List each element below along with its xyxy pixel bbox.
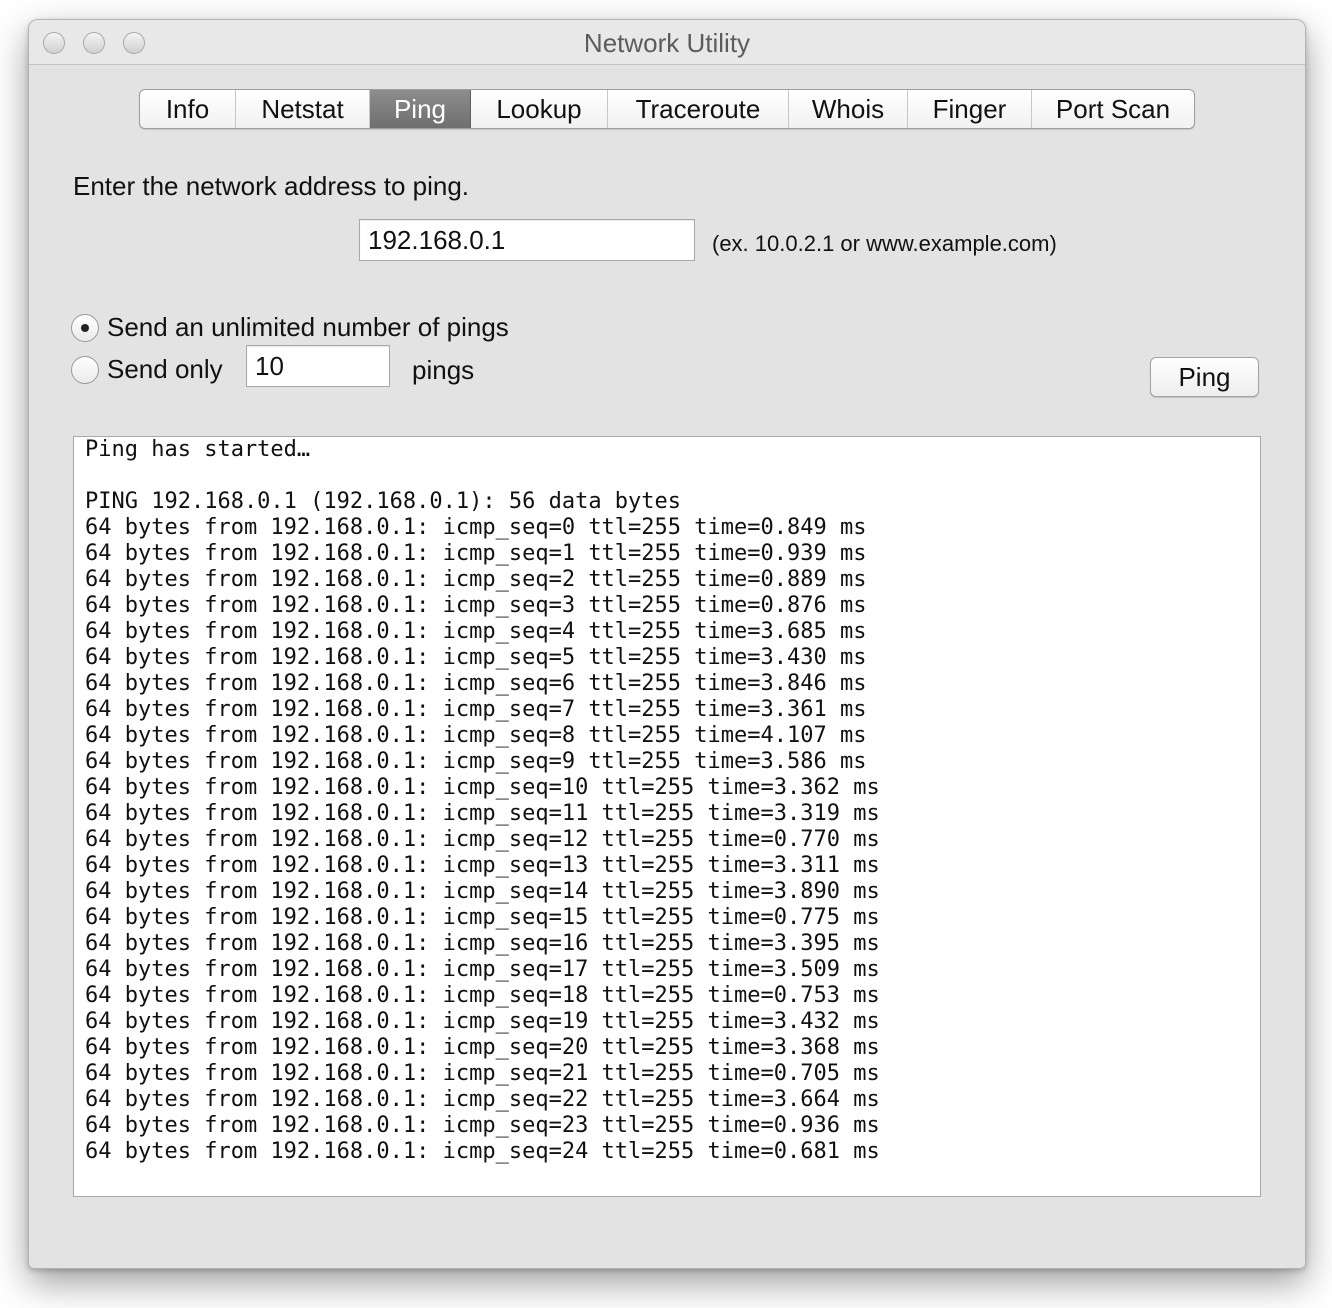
output-line: 64 bytes from 192.168.0.1: icmp_seq=22 t… bbox=[85, 1087, 880, 1112]
tab-info[interactable]: Info bbox=[140, 90, 236, 128]
address-hint: (ex. 10.0.2.1 or www.example.com) bbox=[712, 231, 1057, 256]
ping-output-log[interactable]: Ping has started… PING 192.168.0.1 (192.… bbox=[73, 436, 1261, 1197]
output-line: Ping has started… bbox=[85, 437, 311, 462]
window-title: Network Utility bbox=[583, 28, 751, 58]
output-line: 64 bytes from 192.168.0.1: icmp_seq=17 t… bbox=[85, 957, 880, 982]
output-line: 64 bytes from 192.168.0.1: icmp_seq=0 tt… bbox=[85, 515, 867, 540]
output-line: 64 bytes from 192.168.0.1: icmp_seq=1 tt… bbox=[85, 541, 867, 566]
unlimited-pings-radio[interactable] bbox=[71, 313, 99, 342]
tab-traceroute[interactable]: Traceroute bbox=[608, 90, 789, 128]
tab-ping[interactable]: Ping bbox=[370, 90, 471, 128]
output-line: 64 bytes from 192.168.0.1: icmp_seq=9 tt… bbox=[85, 749, 867, 774]
tab-bar: Info Netstat Ping Lookup Traceroute Whoi… bbox=[139, 89, 1195, 129]
count-suffix: pings bbox=[412, 355, 475, 385]
tab-lookup[interactable]: Lookup bbox=[471, 90, 608, 128]
output-line: 64 bytes from 192.168.0.1: icmp_seq=10 t… bbox=[85, 775, 880, 800]
ping-pane: Info Netstat Ping Lookup Traceroute Whoi… bbox=[29, 65, 1305, 1268]
output-line: 64 bytes from 192.168.0.1: icmp_seq=18 t… bbox=[85, 983, 880, 1008]
ping-button[interactable]: Ping bbox=[1150, 357, 1259, 397]
title-bar[interactable]: Network Utility bbox=[29, 20, 1305, 65]
output-line: 64 bytes from 192.168.0.1: icmp_seq=6 tt… bbox=[85, 671, 867, 696]
tab-finger[interactable]: Finger bbox=[908, 90, 1032, 128]
tab-whois[interactable]: Whois bbox=[789, 90, 908, 128]
output-line: 64 bytes from 192.168.0.1: icmp_seq=16 t… bbox=[85, 931, 880, 956]
network-utility-window: Network Utility Info Netstat Ping Lookup… bbox=[28, 19, 1306, 1269]
output-line: 64 bytes from 192.168.0.1: icmp_seq=7 tt… bbox=[85, 697, 867, 722]
output-line: 64 bytes from 192.168.0.1: icmp_seq=5 tt… bbox=[85, 645, 867, 670]
output-line: 64 bytes from 192.168.0.1: icmp_seq=8 tt… bbox=[85, 723, 867, 748]
network-address-input[interactable]: 192.168.0.1 bbox=[359, 219, 695, 261]
output-line: 64 bytes from 192.168.0.1: icmp_seq=11 t… bbox=[85, 801, 880, 826]
output-line: 64 bytes from 192.168.0.1: icmp_seq=24 t… bbox=[85, 1139, 880, 1164]
unlimited-pings-label[interactable]: Send an unlimited number of pings bbox=[107, 312, 509, 343]
ping-count-input[interactable]: 10 bbox=[246, 345, 390, 387]
output-line: 64 bytes from 192.168.0.1: icmp_seq=2 tt… bbox=[85, 567, 867, 592]
count-pings-radio[interactable] bbox=[71, 355, 99, 384]
tab-netstat[interactable]: Netstat bbox=[236, 90, 370, 128]
output-line: 64 bytes from 192.168.0.1: icmp_seq=21 t… bbox=[85, 1061, 880, 1086]
output-line: 64 bytes from 192.168.0.1: icmp_seq=23 t… bbox=[85, 1113, 880, 1138]
output-line: 64 bytes from 192.168.0.1: icmp_seq=20 t… bbox=[85, 1035, 880, 1060]
unlimited-pings-option[interactable]: Send an unlimited number of pings bbox=[71, 312, 509, 343]
output-line: 64 bytes from 192.168.0.1: icmp_seq=4 tt… bbox=[85, 619, 867, 644]
output-line: 64 bytes from 192.168.0.1: icmp_seq=19 t… bbox=[85, 1009, 880, 1034]
output-line: 64 bytes from 192.168.0.1: icmp_seq=15 t… bbox=[85, 905, 880, 930]
count-pings-label[interactable]: Send only bbox=[107, 354, 223, 385]
output-line: 64 bytes from 192.168.0.1: icmp_seq=12 t… bbox=[85, 827, 880, 852]
output-line: 64 bytes from 192.168.0.1: icmp_seq=14 t… bbox=[85, 879, 880, 904]
address-prompt: Enter the network address to ping. bbox=[73, 171, 470, 201]
output-line: 64 bytes from 192.168.0.1: icmp_seq=3 tt… bbox=[85, 593, 867, 618]
count-pings-option[interactable]: Send only bbox=[71, 354, 223, 385]
output-line: PING 192.168.0.1 (192.168.0.1): 56 data … bbox=[85, 489, 682, 514]
output-line: 64 bytes from 192.168.0.1: icmp_seq=13 t… bbox=[85, 853, 880, 878]
tab-port-scan[interactable]: Port Scan bbox=[1032, 90, 1194, 128]
